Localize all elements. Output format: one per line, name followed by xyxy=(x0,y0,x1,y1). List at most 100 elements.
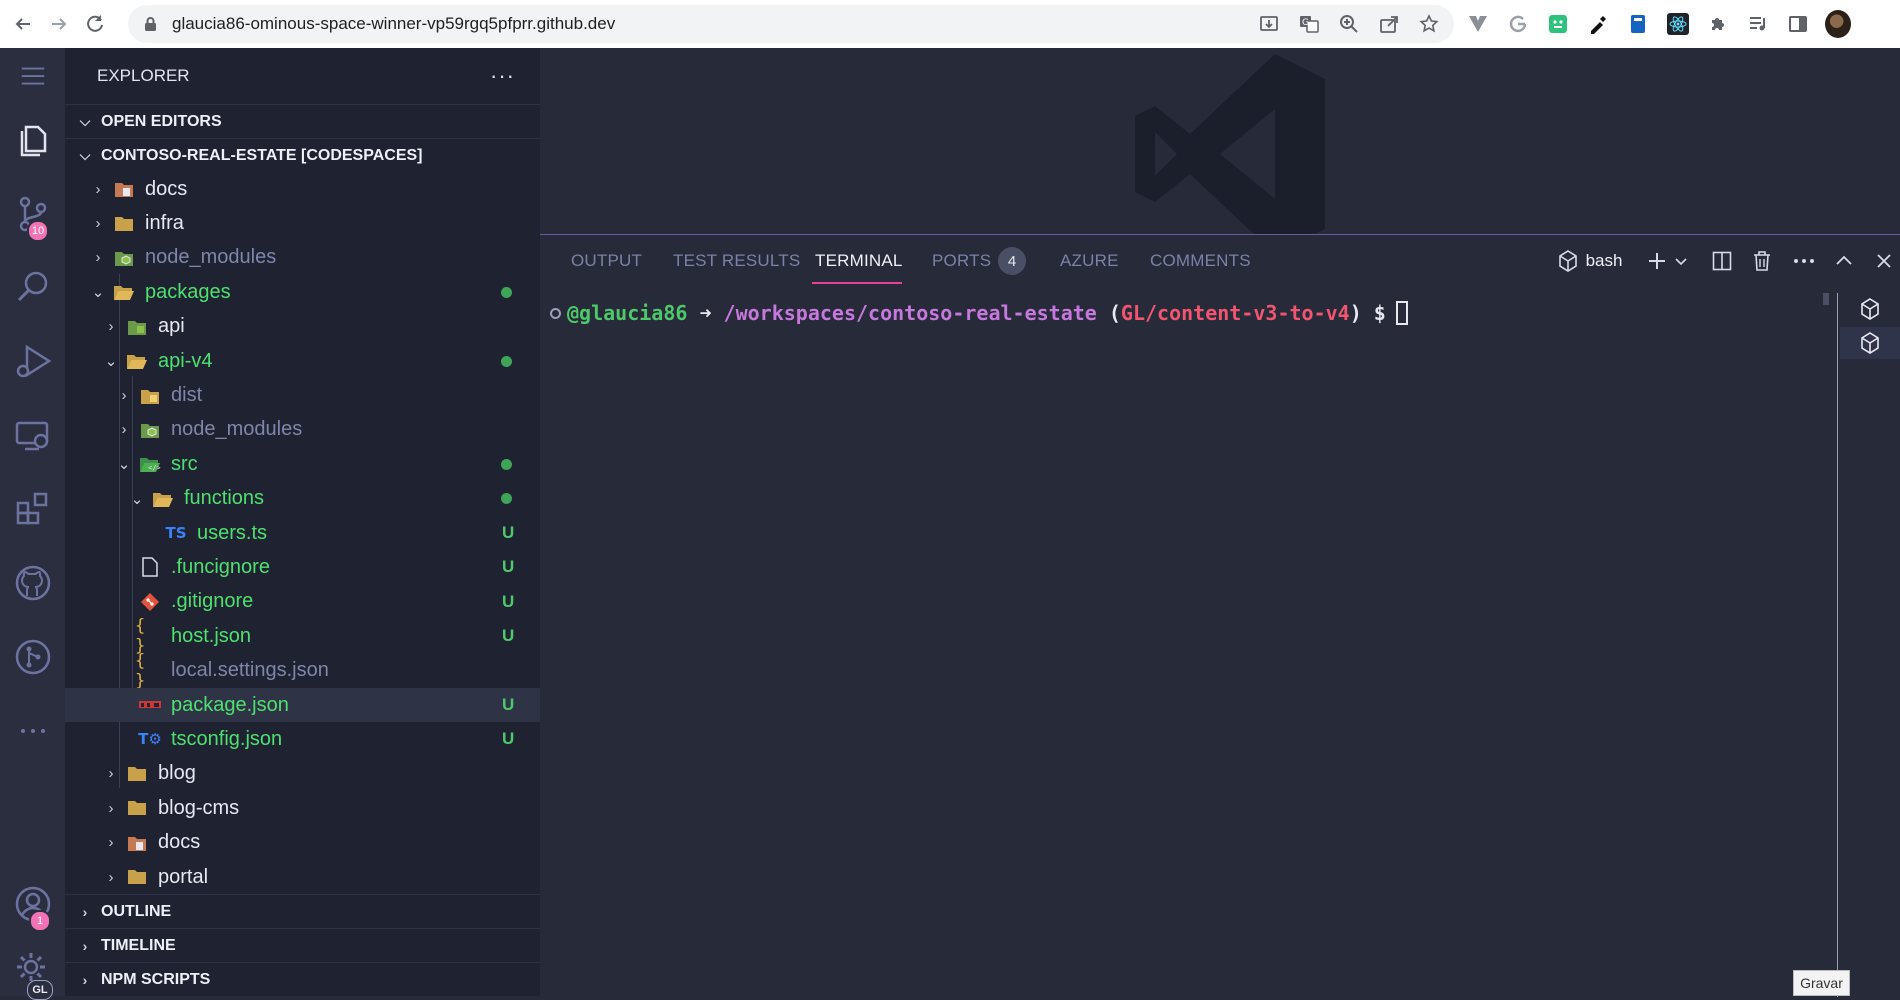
zoom-icon[interactable] xyxy=(1338,13,1360,35)
grammar-extension-icon[interactable] xyxy=(1545,11,1571,37)
outline-label: OUTLINE xyxy=(101,902,172,920)
manage-button[interactable]: GL xyxy=(0,936,65,1000)
book-extension-icon[interactable] xyxy=(1625,11,1651,37)
install-app-icon[interactable] xyxy=(1258,13,1280,35)
gitlens-button[interactable] xyxy=(0,626,65,688)
tree-label: api xyxy=(158,315,185,338)
source-control-button[interactable]: 10 xyxy=(0,183,65,245)
tree-item-host-json[interactable]: { } host.json U xyxy=(65,616,540,656)
translate-icon[interactable]: G xyxy=(1298,13,1320,35)
open-editors-section[interactable]: ⌵ OPEN EDITORS xyxy=(65,104,540,138)
npm-scripts-label: NPM SCRIPTS xyxy=(101,970,211,988)
tree-item-blog[interactable]: › blog xyxy=(65,757,540,791)
explorer-button[interactable] xyxy=(0,108,65,170)
timeline-section[interactable]: › TIMELINE xyxy=(65,928,540,962)
terminal-user: @glaucia86 xyxy=(567,301,688,325)
maximize-panel-button[interactable] xyxy=(1828,246,1860,276)
side-panel-icon[interactable] xyxy=(1785,11,1811,37)
chevron-right-icon: › xyxy=(108,318,114,336)
reload-button[interactable] xyxy=(82,11,108,37)
tree-item-packages[interactable]: ⌄ packages xyxy=(65,275,540,309)
react-devtools-icon[interactable] xyxy=(1665,11,1691,37)
vuetify-extension-icon[interactable] xyxy=(1465,11,1491,37)
tree-item-dist[interactable]: › dist xyxy=(65,378,540,412)
tab-test-results[interactable]: TEST RESULTS xyxy=(673,251,800,271)
tab-ports[interactable]: PORTS xyxy=(932,251,991,271)
tree-item-docs[interactable]: › docs xyxy=(65,172,540,206)
lock-icon xyxy=(142,16,158,32)
media-queue-icon[interactable] xyxy=(1745,11,1771,37)
explorer-more-button[interactable]: ··· xyxy=(490,63,515,89)
address-bar[interactable]: glaucia86-ominous-space-winner-vp59rgq5p… xyxy=(128,5,1454,43)
terminal-instance-1[interactable] xyxy=(1840,293,1900,325)
menu-button[interactable] xyxy=(0,48,65,104)
terminal-dropdown-button[interactable] xyxy=(1672,246,1690,276)
tree-item-node-modules[interactable]: › node_modules xyxy=(65,413,540,447)
tree-item-api[interactable]: › api xyxy=(65,310,540,344)
tree-item-api-v4[interactable]: ⌄ api-v4 xyxy=(65,344,540,378)
run-debug-button[interactable] xyxy=(0,330,65,392)
close-panel-button[interactable] xyxy=(1868,246,1900,276)
dist-folder-icon xyxy=(135,384,165,408)
split-terminal-button[interactable] xyxy=(1706,246,1738,276)
back-button[interactable] xyxy=(10,11,36,37)
folder-open-icon xyxy=(122,349,152,373)
file-icon xyxy=(135,555,165,579)
tree-item-docs[interactable]: › docs xyxy=(65,825,540,859)
tree-item-package-json[interactable]: package.json U xyxy=(65,687,540,723)
forward-button[interactable] xyxy=(46,11,72,37)
npm-scripts-section[interactable]: › NPM SCRIPTS xyxy=(65,962,540,996)
tree-item-funcignore[interactable]: .funcignore U xyxy=(65,550,540,584)
ports-count-badge: 4 xyxy=(998,247,1026,275)
plus-icon xyxy=(1649,253,1665,269)
profile-avatar[interactable] xyxy=(1825,10,1851,38)
tree-label: users.ts xyxy=(197,521,268,544)
bookmark-star-icon[interactable] xyxy=(1418,13,1440,35)
chevron-right-icon: › xyxy=(108,834,114,852)
github-button[interactable] xyxy=(0,552,65,614)
tree-item-portal[interactable]: › portal xyxy=(65,860,540,894)
chevron-down-icon xyxy=(1675,258,1687,266)
tab-comments[interactable]: COMMENTS xyxy=(1150,251,1251,271)
terminal-output[interactable]: @glaucia86 ➜ /workspaces/contoso-real-es… xyxy=(550,293,1850,333)
outline-section[interactable]: › OUTLINE xyxy=(65,894,540,928)
tree-item-src[interactable]: ⌄ </> src xyxy=(65,447,540,481)
terminal-scrollbar[interactable] xyxy=(1823,293,1829,305)
extensions-puzzle-icon[interactable] xyxy=(1705,11,1731,37)
more-views-button[interactable] xyxy=(0,700,65,762)
tree-item-blog-cms[interactable]: › blog-cms xyxy=(65,791,540,825)
tree-label: packages xyxy=(145,280,231,303)
tree-item-node-modules[interactable]: › node_modules xyxy=(65,241,540,275)
new-terminal-button[interactable] xyxy=(1642,246,1672,276)
tree-item-infra[interactable]: › infra xyxy=(65,206,540,240)
google-extension-icon[interactable] xyxy=(1505,11,1531,37)
tree-item-local-settings-json[interactable]: { } local.settings.json xyxy=(65,651,540,691)
remote-explorer-button[interactable] xyxy=(0,404,65,466)
search-button[interactable] xyxy=(0,256,65,318)
tree-label: tsconfig.json xyxy=(171,727,283,750)
kill-terminal-button[interactable] xyxy=(1746,246,1778,276)
panel-more-button[interactable] xyxy=(1788,246,1820,276)
hamburger-icon xyxy=(21,67,44,85)
chevron-right-icon: › xyxy=(121,421,127,439)
terminal-profile-button[interactable]: bash xyxy=(1550,246,1630,276)
accounts-button[interactable]: 1 xyxy=(0,873,65,935)
tree-item-tsconfig-json[interactable]: T⚙ tsconfig.json U xyxy=(65,722,540,756)
color-picker-extension-icon[interactable] xyxy=(1585,11,1611,37)
reload-icon xyxy=(87,15,103,32)
tab-output[interactable]: OUTPUT xyxy=(571,251,642,271)
tree-item-functions[interactable]: ⌄ functions xyxy=(65,482,540,516)
tree-item-gitignore[interactable]: .gitignore U xyxy=(65,585,540,619)
tree-label: functions xyxy=(184,487,265,510)
tab-azure[interactable]: AZURE xyxy=(1060,251,1119,271)
tree-label: src xyxy=(171,452,198,475)
share-icon[interactable] xyxy=(1378,13,1400,35)
tree-item-users-ts[interactable]: TS users.ts U xyxy=(65,516,540,550)
tab-terminal[interactable]: TERMINAL xyxy=(815,251,903,271)
terminal-instance-2[interactable] xyxy=(1840,327,1900,359)
chevron-down-icon: ⌄ xyxy=(104,353,118,371)
tree-label: local.settings.json xyxy=(171,659,329,682)
tree-label: portal xyxy=(158,865,209,888)
extensions-button[interactable] xyxy=(0,478,65,540)
workspace-section[interactable]: ⌵ CONTOSO-REAL-ESTATE [CODESPACES] xyxy=(65,138,540,172)
